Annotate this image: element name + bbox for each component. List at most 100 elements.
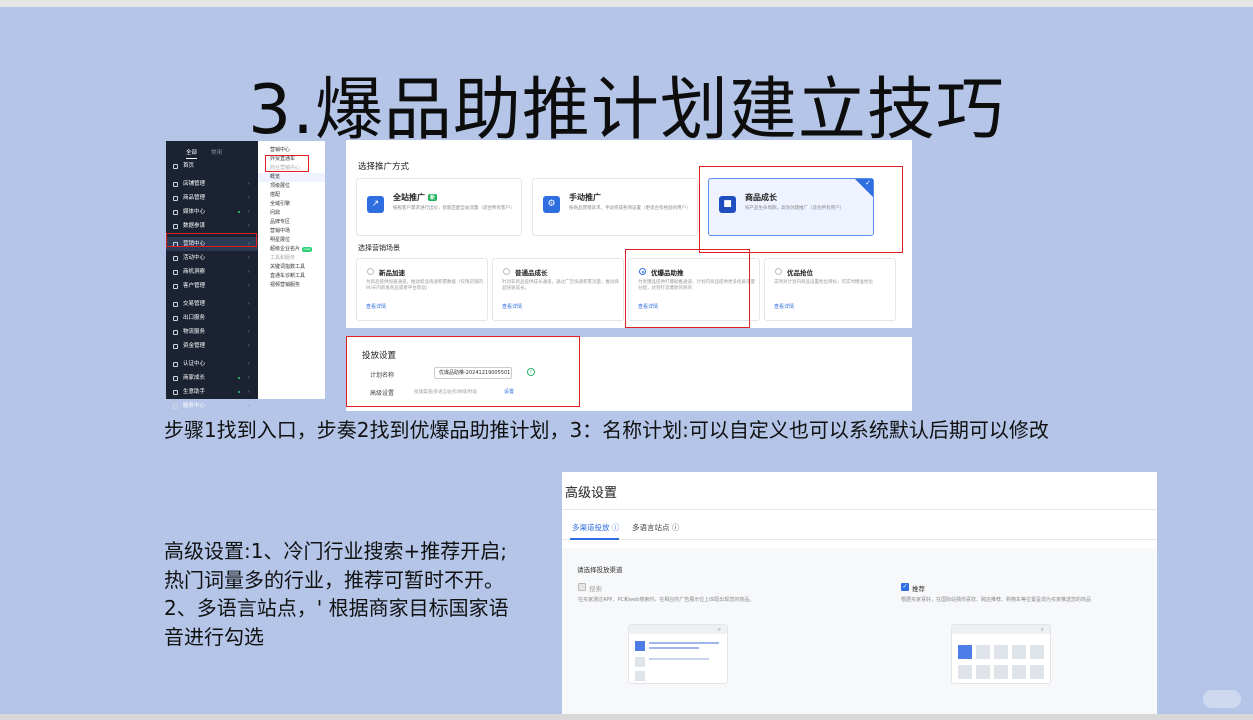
active-tab-indicator: [570, 538, 619, 540]
submenu-item-card[interactable]: 超级企业名片 new: [258, 245, 325, 254]
chevron-right-icon: ›: [247, 195, 250, 201]
nav-item-label: 商机洞察: [183, 269, 206, 275]
channel-body: 请选择投放渠道 搜索 在买家通过APP、PC和web搜索时，在相应的广告展示位上…: [562, 548, 1157, 714]
nav-item-service[interactable]: 服务中心 ›: [166, 399, 258, 413]
search-option-label: 搜索: [589, 585, 602, 593]
nav-item-home[interactable]: 首页: [166, 159, 258, 173]
highlight-marketing: [166, 233, 257, 247]
nav-item-label: 商品管理: [183, 195, 206, 201]
scene-desc: 为新品提供加速通道，推动新品快速积累数据（仅限店铺内90天内新发商品或者平台新品…: [366, 280, 483, 291]
advanced-notes: 高级设置:1、冷门行业搜索+推荐开启;热门词量多的行业，推荐可暂时不开。2、多语…: [164, 539, 509, 649]
nav-item-label: 生意助手: [183, 389, 206, 395]
nav-item-funds[interactable]: 资金管理 ›: [166, 339, 258, 353]
submenu-item-overview[interactable]: 概览: [258, 173, 325, 182]
channel-heading: 请选择投放渠道: [577, 566, 623, 574]
nav-item-store[interactable]: 店铺管理 ›: [166, 177, 258, 191]
tab-multi-language[interactable]: 多语言站点 ⓘ: [632, 522, 679, 533]
globe-icon: [173, 315, 178, 321]
status-dot: [238, 211, 240, 213]
highlight-boost-scene: [625, 249, 750, 328]
nav-item-label: 客户管理: [183, 283, 206, 289]
assistant-icon: [173, 389, 178, 395]
nav-item-data[interactable]: 数据参谋 ›: [166, 219, 258, 233]
nav-item-logistics[interactable]: 物流服务 ›: [166, 325, 258, 339]
nav-item-certification[interactable]: 认证中心 ›: [166, 357, 258, 371]
submenu-item[interactable]: 搭配: [258, 191, 325, 200]
submenu-item[interactable]: 品牌专区: [258, 218, 325, 227]
nav-item-label: 服务中心: [183, 403, 206, 409]
submenu-item[interactable]: 问鼎: [258, 209, 325, 218]
nav-item-media[interactable]: 媒体中心 ›: [166, 205, 258, 219]
submenu-group-label: 工具和服务: [270, 255, 296, 261]
chevron-right-icon: ›: [247, 223, 250, 229]
highlight-growth-card: [699, 166, 903, 253]
scene-rank-grab[interactable]: 优品抢位 支持对计划内商品设置抢位目标，可实时精准抢位 查看详情: [764, 258, 896, 321]
recommend-option-label: 推荐: [912, 585, 925, 593]
scene-normal-growth[interactable]: 普通品成长 针对非新品提供成长通道，通过广告快速积累流量，推动商品快速成长。 查…: [492, 258, 624, 321]
nav-item-label: 商家成长: [183, 375, 206, 381]
tab-multi-channel[interactable]: 多渠道投放 ⓘ: [572, 522, 619, 533]
watermark-shape: [1203, 690, 1241, 708]
trade-icon: [173, 301, 178, 307]
promo-card-manual[interactable]: ⚙ 手动推广 按商品营销诉求，手动完成各项设置（更适合有经验的用户）: [532, 178, 698, 236]
radio-button[interactable]: [775, 268, 782, 275]
submenu-item[interactable]: 明星展位: [258, 236, 325, 245]
chevron-right-icon: ›: [247, 315, 250, 321]
chart-icon: [173, 223, 178, 229]
badge-icon: [173, 361, 178, 367]
search-checkbox[interactable]: [578, 583, 586, 591]
recommend-checkbox[interactable]: ✓: [901, 583, 909, 591]
nav-item-insight[interactable]: 商机洞察 ›: [166, 265, 258, 279]
promo-card-full-site[interactable]: ↗ 全站推广新 按照客戶需求进行出价，智能匹配全站流量（适合所有客户）: [356, 178, 522, 236]
nav-item-products[interactable]: 商品管理 ›: [166, 191, 258, 205]
nav-item-label: 出口服务: [183, 315, 206, 321]
nav-item-assistant[interactable]: 生意助手 ›: [166, 385, 258, 399]
status-dot: [238, 377, 240, 379]
radio-button[interactable]: [367, 268, 374, 275]
nav-item-label: 数据参谋: [183, 223, 206, 229]
submenu-item[interactable]: 顶级展位: [258, 182, 325, 191]
calendar-icon: [173, 255, 178, 261]
recommend-option-desc: 根据买家喜好，在国际站猜你喜欢、跨店推荐、购物车等位置呈现为买家推送您的商品: [901, 597, 1092, 603]
chevron-right-icon: ›: [247, 343, 250, 349]
top-edge: [0, 0, 1253, 7]
chevron-right-icon: ›: [247, 209, 250, 215]
scene-new-product[interactable]: 新品加速 为新品提供加速通道，推动新品快速积累数据（仅限店铺内90天内新发商品或…: [356, 258, 488, 321]
chevron-right-icon: ›: [247, 181, 250, 187]
chevron-right-icon: ›: [247, 283, 250, 289]
nav-tab-all[interactable]: 全部: [186, 148, 198, 159]
submenu-item[interactable]: 全域引擎: [258, 200, 325, 209]
chevron-right-icon: ›: [247, 375, 250, 381]
nav-item-trade[interactable]: 交易管理 ›: [166, 297, 258, 311]
growth-icon: [173, 375, 178, 381]
scene-desc: 支持对计划内商品设置抢位目标，可实时精准抢位: [774, 280, 873, 285]
nav-item-label: 物流服务: [183, 329, 206, 335]
details-link[interactable]: 查看详情: [774, 303, 794, 310]
nav-item-label: 媒体中心: [183, 209, 206, 215]
service-icon: [173, 403, 178, 409]
nav-item-label: 资金管理: [183, 343, 206, 349]
advanced-settings-panel: 高级设置 多渠道投放 ⓘ 多语言站点 ⓘ 请选择投放渠道 搜索 在买家通过APP…: [562, 472, 1157, 714]
nav-item-events[interactable]: 活动中心 ›: [166, 251, 258, 265]
radio-button[interactable]: [503, 268, 510, 275]
chevron-right-icon: ›: [247, 255, 250, 261]
promo-heading: 选择推广方式: [358, 162, 410, 172]
details-link[interactable]: 查看详情: [366, 303, 386, 310]
nav-item-customers[interactable]: 客户管理 ›: [166, 279, 258, 293]
submenu-item[interactable]: 直通车诊断工具: [258, 272, 325, 281]
details-link[interactable]: 查看详情: [502, 303, 522, 310]
nav-item-export[interactable]: 出口服务 ›: [166, 311, 258, 325]
trend-icon: ↗: [367, 196, 384, 213]
truck-icon: [173, 329, 178, 335]
card-desc: 按商品营销诉求，手动完成各项设置（更适合有经验的用户）: [569, 206, 691, 211]
highlight-settings: [346, 336, 580, 407]
settings-icon: ⚙: [543, 196, 560, 213]
submenu-item[interactable]: 视频营销服务: [258, 281, 325, 290]
submenu-item[interactable]: 关键词指数工具: [258, 263, 325, 272]
chevron-right-icon: ›: [247, 301, 250, 307]
submenu-item[interactable]: 营销中场: [258, 227, 325, 236]
card-title: 手动推广: [569, 193, 601, 202]
nav-item-label: 活动中心: [183, 255, 206, 261]
nav-item-growth[interactable]: 商家成长 ›: [166, 371, 258, 385]
nav-tab-common[interactable]: 常用: [211, 148, 222, 159]
